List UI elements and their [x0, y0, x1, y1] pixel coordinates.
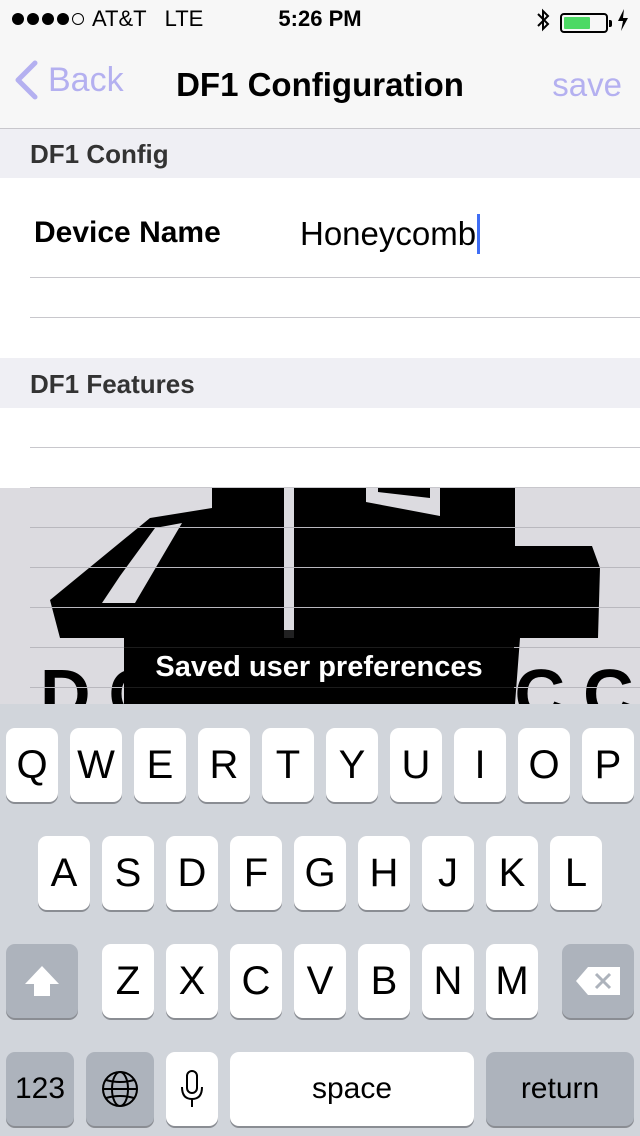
key-q[interactable]: Q — [6, 728, 58, 802]
text-caret — [477, 214, 481, 254]
keyboard: Q W E R T Y U I O P A S D F G H J K L Z … — [0, 704, 640, 1136]
shift-icon — [25, 966, 59, 996]
return-key[interactable]: return — [486, 1052, 634, 1126]
device-name-field[interactable]: Honeycomb — [300, 214, 481, 254]
empty-config-row[interactable] — [0, 278, 640, 318]
bluetooth-icon — [536, 8, 550, 37]
key-z[interactable]: Z — [102, 944, 154, 1018]
device-name-value: Honeycomb — [300, 215, 477, 252]
globe-key[interactable] — [86, 1052, 154, 1126]
key-r[interactable]: R — [198, 728, 250, 802]
key-a[interactable]: A — [38, 836, 90, 910]
key-b[interactable]: B — [358, 944, 410, 1018]
microphone-icon — [181, 1070, 203, 1107]
key-m[interactable]: M — [486, 944, 538, 1018]
key-h[interactable]: H — [358, 836, 410, 910]
section-header-features: DF1 Features — [0, 358, 640, 408]
device-name-label: Device Name — [34, 216, 221, 249]
key-v[interactable]: V — [294, 944, 346, 1018]
device-name-row[interactable]: Device Name Honeycomb — [0, 178, 640, 278]
key-l[interactable]: L — [550, 836, 602, 910]
key-t[interactable]: T — [262, 728, 314, 802]
key-w[interactable]: W — [70, 728, 122, 802]
microphone-key[interactable] — [166, 1052, 218, 1126]
key-j[interactable]: J — [422, 836, 474, 910]
key-e[interactable]: E — [134, 728, 186, 802]
key-p[interactable]: P — [582, 728, 634, 802]
section-title: DF1 Features — [30, 369, 195, 399]
config-cells: Device Name Honeycomb — [0, 178, 640, 358]
battery-icon — [560, 12, 612, 33]
key-y[interactable]: Y — [326, 728, 378, 802]
key-x[interactable]: X — [166, 944, 218, 1018]
key-k[interactable]: K — [486, 836, 538, 910]
space-key[interactable]: space — [230, 1052, 474, 1126]
navigation-bar: Back DF1 Configuration save — [0, 40, 640, 129]
key-n[interactable]: N — [422, 944, 474, 1018]
key-c[interactable]: C — [230, 944, 282, 1018]
delete-key[interactable] — [562, 944, 634, 1018]
key-s[interactable]: S — [102, 836, 154, 910]
save-button[interactable]: save — [552, 66, 622, 104]
numbers-key[interactable]: 123 — [6, 1052, 74, 1126]
status-bar: AT&T LTE 5:26 PM — [0, 0, 640, 40]
key-o[interactable]: O — [518, 728, 570, 802]
section-title: DF1 Config — [30, 139, 169, 169]
page-title: DF1 Configuration — [176, 66, 464, 103]
key-g[interactable]: G — [294, 836, 346, 910]
key-i[interactable]: I — [454, 728, 506, 802]
globe-icon — [102, 1071, 138, 1107]
charging-icon — [618, 9, 628, 36]
key-f[interactable]: F — [230, 836, 282, 910]
features-cells — [0, 408, 640, 488]
key-d[interactable]: D — [166, 836, 218, 910]
section-header-config: DF1 Config — [0, 129, 640, 178]
key-u[interactable]: U — [390, 728, 442, 802]
backspace-icon — [576, 967, 620, 995]
saved-toast: Saved user preferences — [124, 630, 514, 704]
shift-key[interactable] — [6, 944, 78, 1018]
